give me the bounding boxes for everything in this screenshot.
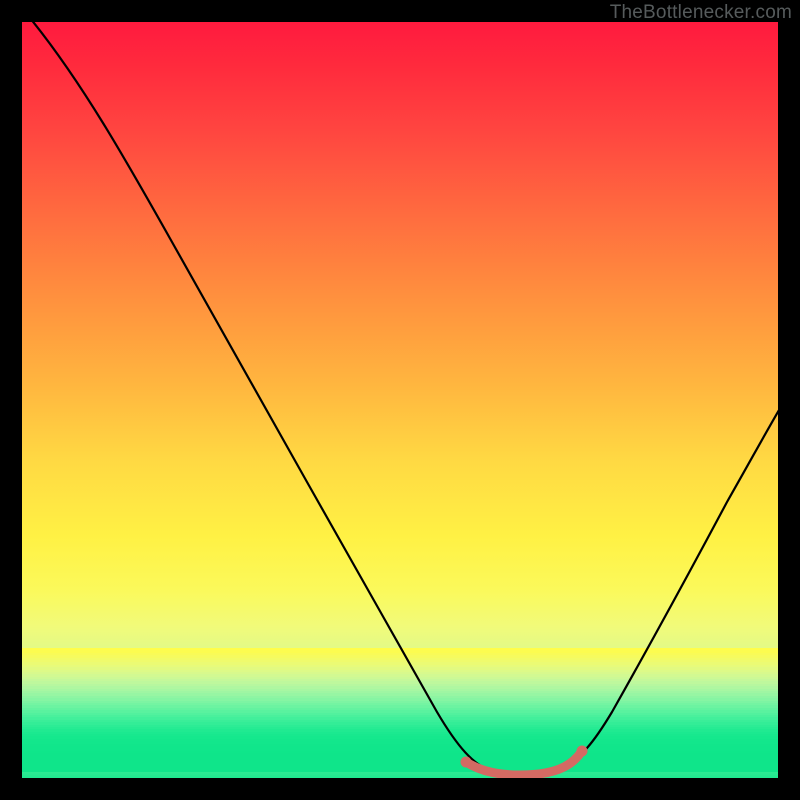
plot-area [22,22,778,778]
range-start-dot [461,757,472,768]
chart-frame: TheBottlenecker.com [0,0,800,800]
range-end-dot [577,746,588,757]
bottleneck-curve [30,22,778,774]
optimal-range-marker [466,751,582,775]
curve-layer [22,22,778,778]
attribution-label: TheBottlenecker.com [610,2,792,24]
